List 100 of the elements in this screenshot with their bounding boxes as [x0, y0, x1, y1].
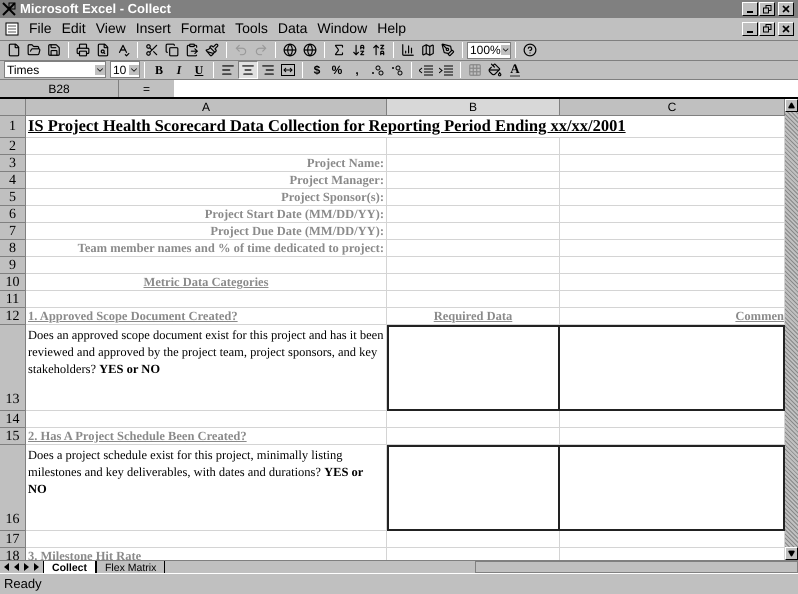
row-header[interactable]: 13: [0, 325, 26, 412]
table-cell[interactable]: [387, 548, 560, 560]
row-header[interactable]: 9: [0, 257, 26, 274]
table-cell[interactable]: [560, 411, 785, 428]
align-icon: [241, 62, 255, 77]
table-cell[interactable]: [387, 155, 560, 172]
answer-box[interactable]: [387, 325, 560, 412]
row-header[interactable]: 6: [0, 206, 26, 224]
restore-icon: [762, 4, 772, 14]
indent-icon: [439, 64, 453, 76]
menu-item[interactable]: Help: [372, 18, 411, 40]
menu-item[interactable]: Window: [312, 18, 372, 40]
column-header[interactable]: B: [387, 99, 560, 116]
new-file-icon: [7, 43, 21, 58]
row-header[interactable]: 16: [0, 445, 26, 532]
table-cell[interactable]: [387, 138, 560, 156]
zoom-dropdown[interactable]: 100%: [467, 42, 511, 59]
menu-item[interactable]: Format: [176, 18, 230, 40]
menu-item[interactable]: Data: [272, 18, 312, 40]
row-header[interactable]: 10: [0, 274, 26, 292]
row-header[interactable]: 11: [0, 291, 26, 308]
window-close-button[interactable]: [778, 2, 794, 16]
sheet-tab[interactable]: Collect: [43, 560, 96, 574]
comma-button[interactable]: ,: [347, 60, 367, 79]
workbook-close-button[interactable]: [778, 22, 794, 36]
table-cell[interactable]: [560, 274, 785, 292]
table-cell[interactable]: [387, 411, 560, 428]
table-cell[interactable]: [387, 223, 560, 240]
table-cell[interactable]: [560, 155, 785, 172]
workbook-minimize-button[interactable]: [742, 22, 758, 36]
table-cell[interactable]: [387, 428, 560, 446]
table-cell[interactable]: [26, 257, 387, 274]
menu-item[interactable]: File: [24, 18, 57, 40]
row-header[interactable]: 15: [0, 428, 26, 446]
table-cell[interactable]: [560, 223, 785, 240]
workbook-icon[interactable]: [4, 20, 20, 37]
row-header[interactable]: 3: [0, 155, 26, 172]
currency-button[interactable]: $: [307, 60, 327, 79]
window-restore-button[interactable]: [759, 2, 775, 16]
sheet-tab[interactable]: Flex Matrix: [96, 560, 166, 574]
window-minimize-button[interactable]: [742, 2, 758, 16]
table-cell[interactable]: [560, 138, 785, 156]
tab-scroll-icon[interactable]: [12, 562, 21, 572]
table-cell[interactable]: [560, 189, 785, 206]
table-cell[interactable]: [387, 240, 560, 258]
table-cell[interactable]: [560, 257, 785, 274]
table-cell[interactable]: [387, 291, 560, 308]
comment-box[interactable]: [560, 325, 785, 412]
table-cell[interactable]: [560, 172, 785, 190]
table-cell[interactable]: [26, 138, 387, 156]
save-icon: [47, 43, 61, 58]
comment-box[interactable]: [560, 445, 785, 532]
table-cell[interactable]: [387, 531, 560, 548]
name-box[interactable]: B28: [0, 80, 118, 98]
table-cell[interactable]: [387, 189, 560, 206]
table-cell[interactable]: [387, 257, 560, 274]
font-size-dropdown[interactable]: 10: [110, 61, 140, 78]
row-header[interactable]: 7: [0, 223, 26, 240]
workbook-restore-button[interactable]: [759, 22, 775, 36]
row-header[interactable]: 8: [0, 240, 26, 258]
row-header[interactable]: 14: [0, 411, 26, 428]
table-cell[interactable]: [560, 428, 785, 446]
table-cell[interactable]: [26, 291, 387, 308]
table-cell[interactable]: [387, 172, 560, 190]
column-header[interactable]: C: [560, 99, 785, 116]
table-cell[interactable]: [26, 411, 387, 428]
column-header[interactable]: A: [26, 99, 387, 116]
table-cell[interactable]: [560, 240, 785, 258]
row-header[interactable]: 17: [0, 531, 26, 548]
italic-button[interactable]: I: [169, 60, 189, 79]
answer-box[interactable]: [387, 445, 560, 532]
table-cell[interactable]: [560, 291, 785, 308]
table-cell[interactable]: [560, 548, 785, 560]
underline-button[interactable]: U: [189, 60, 209, 79]
row-header[interactable]: 4: [0, 172, 26, 190]
table-cell[interactable]: [387, 206, 560, 224]
row-header[interactable]: 2: [0, 138, 26, 156]
bold-button[interactable]: B: [149, 60, 169, 79]
font-dropdown[interactable]: Times: [4, 61, 106, 78]
font-color-button[interactable]: A: [505, 60, 525, 79]
tab-scroll-icon[interactable]: [2, 562, 11, 572]
paint-bucket-icon: [488, 62, 502, 77]
menu-item[interactable]: Insert: [130, 18, 176, 40]
vertical-scrollbar[interactable]: [785, 99, 798, 560]
table-cell[interactable]: [560, 531, 785, 548]
table-cell[interactable]: [26, 531, 387, 548]
menu-item[interactable]: Edit: [56, 18, 91, 40]
tab-scroll-icon[interactable]: [32, 562, 41, 572]
app-icon: [2, 2, 16, 16]
row-header[interactable]: 1: [0, 116, 26, 138]
row-header[interactable]: 12: [0, 308, 26, 326]
align-button[interactable]: [238, 60, 258, 79]
table-cell[interactable]: [387, 274, 560, 292]
horizontal-scrollbar[interactable]: [475, 561, 798, 574]
menu-item[interactable]: View: [90, 18, 131, 40]
row-header[interactable]: 5: [0, 189, 26, 206]
table-cell[interactable]: [560, 206, 785, 224]
percent-button[interactable]: %: [327, 60, 347, 79]
menu-item[interactable]: Tools: [230, 18, 273, 40]
tab-scroll-icon[interactable]: [22, 562, 31, 572]
